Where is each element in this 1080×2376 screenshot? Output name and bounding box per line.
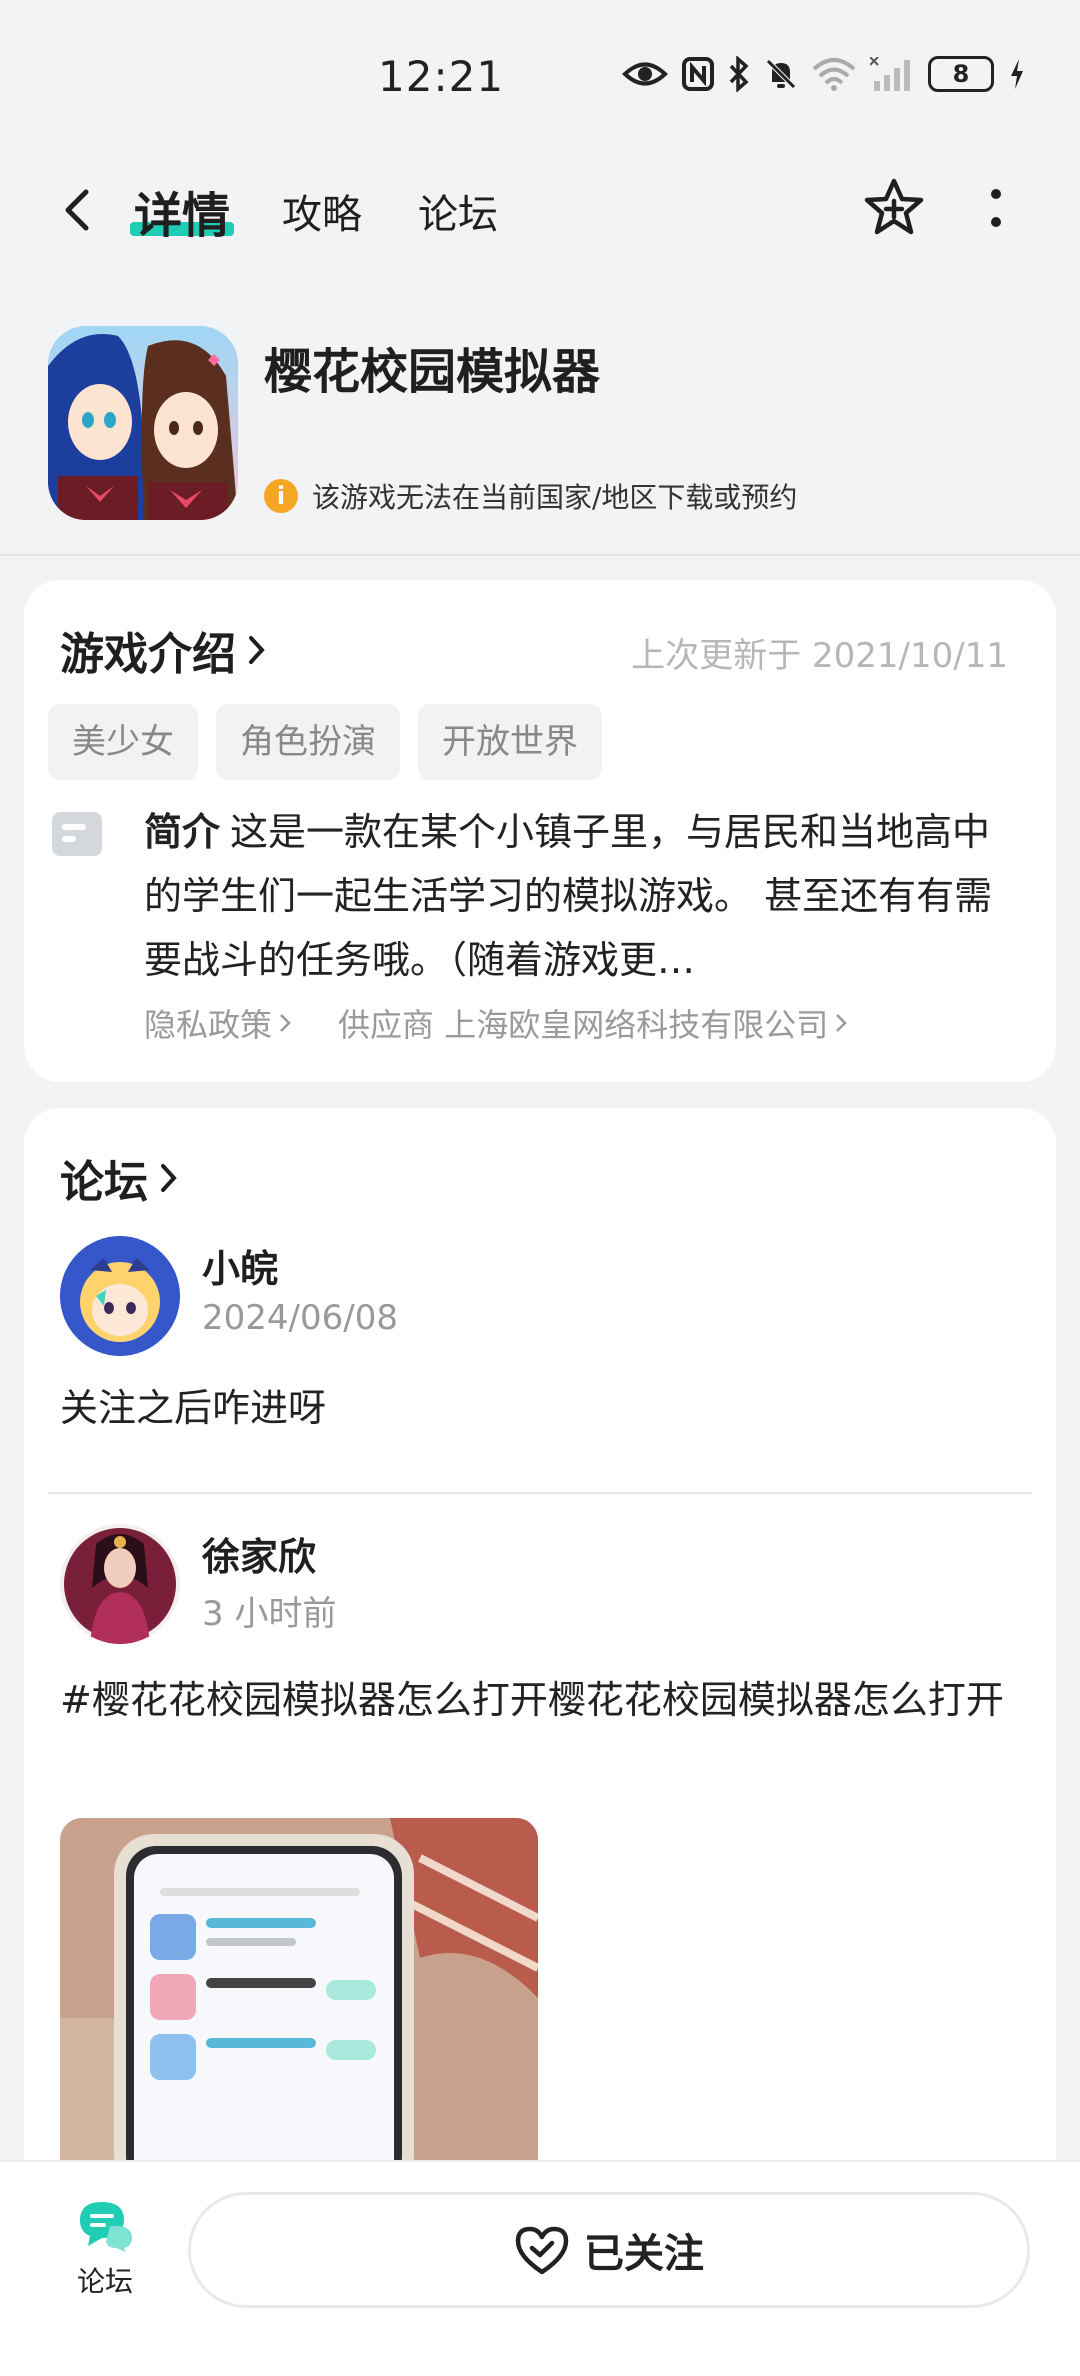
tag-item[interactable]: 开放世界 [418,704,602,780]
bottom-forum-label: 论坛 [76,2265,133,2298]
chevron-right-icon [249,636,265,664]
last-updated: 上次更新于 2021/10/11 [631,636,1008,676]
info-icon: i [264,479,298,513]
region-warning-text: 该游戏无法在当前国家/地区下载或预约 [312,481,798,514]
forum-header[interactable]: 论坛 [60,1146,180,1210]
tag-list: 美少女 角色扮演 开放世界 [48,704,602,780]
post-author[interactable]: 小皖 [202,1238,278,1293]
tab-details[interactable]: 详情 [134,176,230,246]
meta-links: 隐私政策 供应商 上海欧皇网络科技有限公司 [144,1000,848,1046]
followed-label: 已关注 [584,2231,704,2277]
wifi-icon [812,58,856,91]
supplier-link[interactable]: 供应商 上海欧皇网络科技有限公司 [338,1000,848,1046]
nfc-icon [682,57,714,91]
bottom-action-bar: 论坛 已关注 [0,2160,1080,2376]
header-divider [0,554,1080,556]
followed-button[interactable]: 已关注 [188,2192,1030,2308]
avatar[interactable] [60,1236,180,1356]
game-intro-card: 游戏介绍 上次更新于 2021/10/11 美少女 角色扮演 开放世界 简介 这是… [24,580,1056,1082]
post-image[interactable] [60,1818,538,2178]
chat-bubble-icon [80,2202,132,2252]
summary-label: 简介 [144,810,221,854]
app-header: 樱花校园模拟器 i 该游戏无法在当前国家/地区下载或预约 [0,326,1080,556]
region-warning: i 该游戏无法在当前国家/地区下载或预约 [264,476,797,516]
tab-guides[interactable]: 攻略 [282,182,362,240]
summary[interactable]: 简介 这是一款在某个小镇子里，与居民和当地高中的学生们一起生活学习的模拟游戏。 甚… [144,800,1024,992]
heart-check-icon [515,2226,569,2275]
more-options-icon[interactable] [982,184,1010,236]
tag-item[interactable]: 角色扮演 [216,704,400,780]
post-author[interactable]: 徐家欣 [202,1526,316,1581]
mute-bell-icon [766,59,796,89]
post-divider [48,1492,1032,1494]
status-time: 12:21 [378,52,505,101]
post-text: 关注之后咋进呀 [60,1386,327,1430]
bottom-forum-tab[interactable]: 论坛 [62,2196,148,2300]
back-arrow-icon[interactable] [52,182,108,238]
app-name: 樱花校园模拟器 [264,344,601,400]
chevron-right-icon [161,1164,177,1192]
app-icon [48,326,238,520]
post-time: 3 小时前 [202,1594,337,1634]
avatar[interactable] [60,1524,180,1644]
post-text: #樱花花校园模拟器怎么打开樱花花校园模拟器怎么打开 [60,1678,1004,1722]
chevron-right-icon [836,1014,847,1032]
tab-forum[interactable]: 论坛 [418,182,498,240]
status-bar: 12:21 8 [0,0,1080,150]
top-navigation: 详情 攻略 论坛 [0,160,1080,260]
post-time: 2024/06/08 [202,1298,398,1338]
status-icons: 8 [622,56,1026,92]
battery-indicator: 8 [928,56,994,92]
forum-post[interactable]: 小皖 2024/06/08 关注之后咋进呀 [24,1228,1056,1468]
summary-icon [52,812,102,856]
signal-icon [870,57,910,91]
supplier-label: 供应商 上海欧皇网络科技有限公司 [338,1006,829,1044]
chevron-right-icon [280,1014,291,1032]
privacy-policy-link[interactable]: 隐私政策 [144,1000,292,1046]
add-favorite-star-icon[interactable] [862,176,926,240]
privacy-policy-label: 隐私政策 [144,1006,273,1044]
tag-item[interactable]: 美少女 [48,704,198,780]
game-intro-header[interactable]: 游戏介绍 [60,618,268,682]
summary-text: 这是一款在某个小镇子里，与居民和当地高中的学生们一起生活学习的模拟游戏。 甚至还… [144,810,993,982]
bluetooth-icon [729,56,749,92]
eye-icon [622,62,668,86]
charging-icon [1011,59,1023,89]
game-intro-title: 游戏介绍 [60,629,236,680]
forum-title: 论坛 [60,1157,148,1208]
